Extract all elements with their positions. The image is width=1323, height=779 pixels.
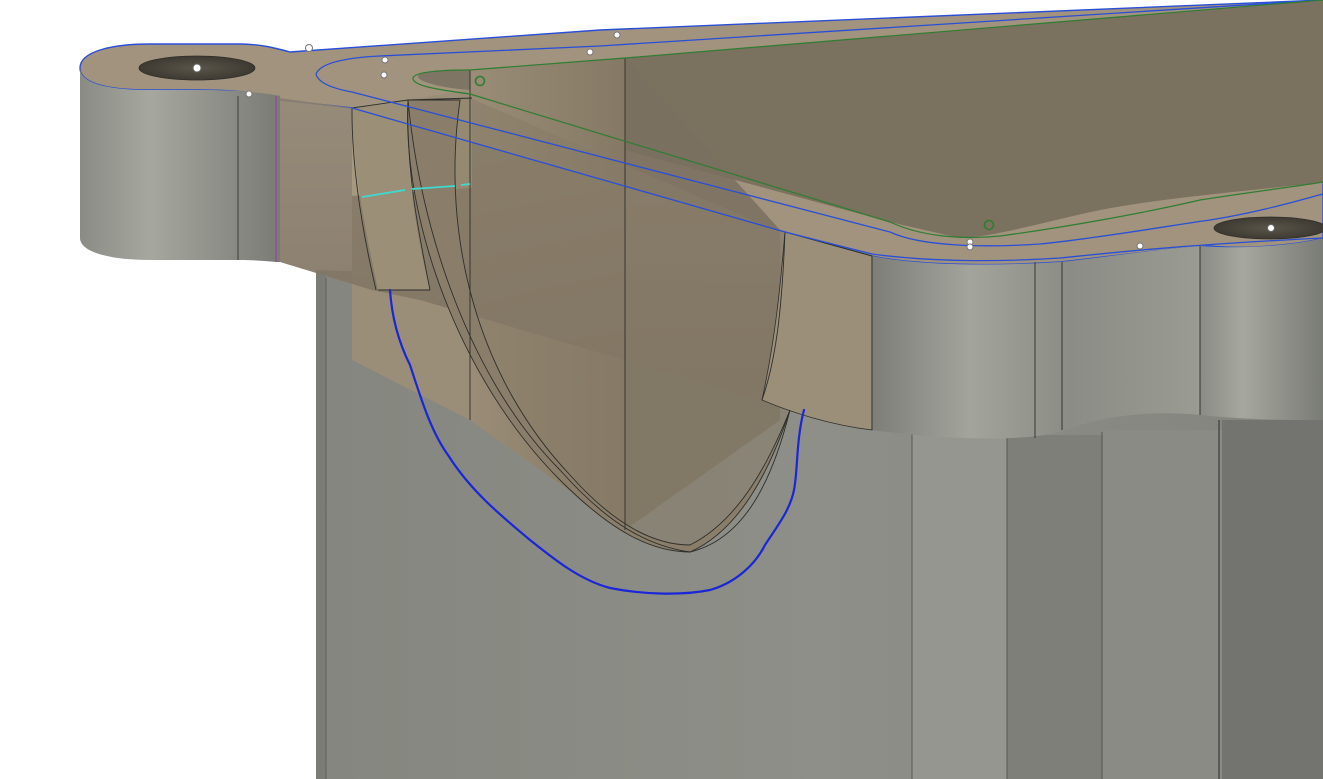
- left-hole-center-marker[interactable]: [192, 63, 202, 73]
- model-canvas[interactable]: [0, 0, 1323, 779]
- sketch-point[interactable]: [381, 56, 389, 64]
- sketch-point[interactable]: [586, 48, 594, 56]
- right-hole-center-marker[interactable]: [1267, 224, 1275, 232]
- cad-3d-viewport[interactable]: [0, 0, 1323, 779]
- sketch-point[interactable]: [380, 71, 388, 79]
- sketch-point[interactable]: [1136, 242, 1144, 250]
- sketch-point[interactable]: [966, 243, 974, 251]
- sketch-point[interactable]: [613, 31, 621, 39]
- sketch-point[interactable]: [305, 44, 313, 52]
- sketch-point[interactable]: [245, 90, 253, 98]
